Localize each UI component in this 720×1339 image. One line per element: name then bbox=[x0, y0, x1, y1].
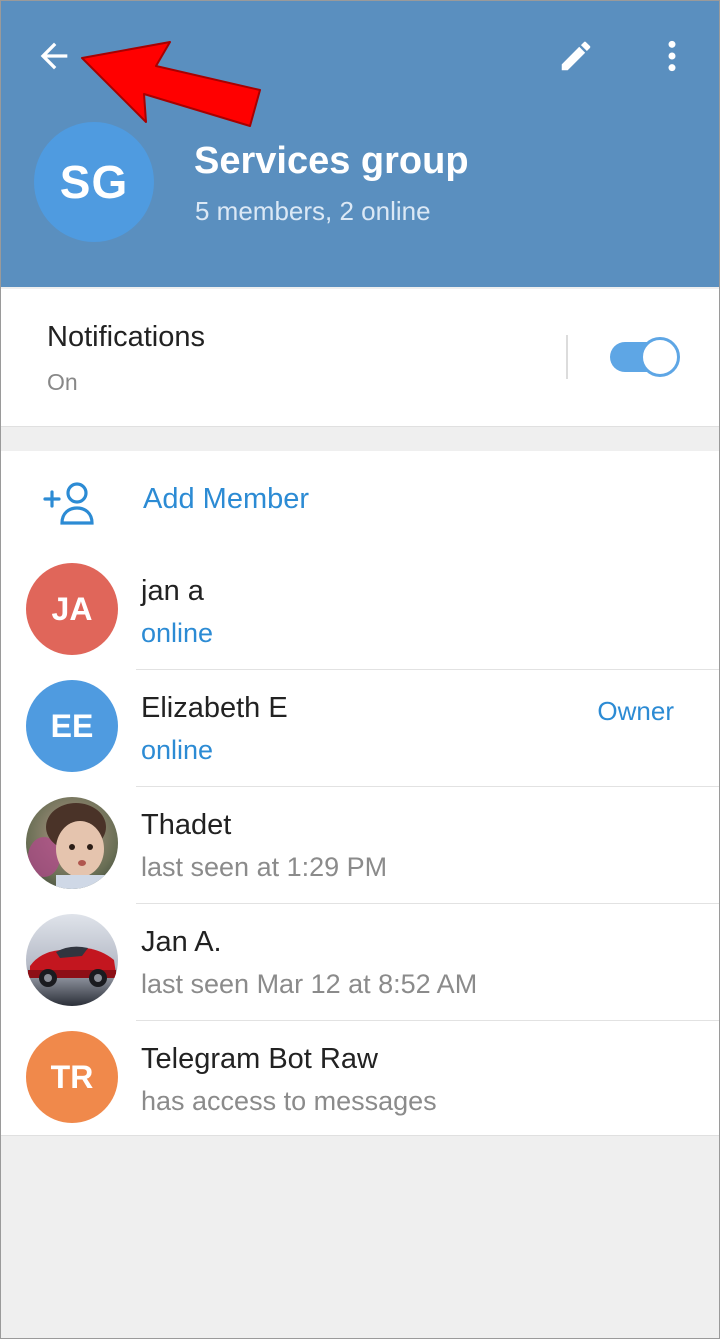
member-status: online bbox=[141, 618, 214, 648]
edit-button[interactable] bbox=[546, 26, 606, 86]
avatar: JA bbox=[26, 563, 118, 655]
notifications-status: On bbox=[47, 369, 78, 395]
member-name: Thadet bbox=[141, 809, 232, 841]
group-title: Services group bbox=[194, 140, 469, 182]
divider bbox=[566, 335, 568, 379]
group-avatar[interactable]: SG bbox=[34, 122, 154, 242]
toggle-knob bbox=[640, 337, 680, 377]
member-status: last seen at 1:29 PM bbox=[141, 852, 388, 882]
add-member-label: Add Member bbox=[143, 483, 310, 515]
member-name: Jan A. bbox=[141, 926, 222, 958]
avatar: TR bbox=[26, 1031, 118, 1123]
member-row[interactable]: Jan A. last seen Mar 12 at 8:52 AM bbox=[0, 904, 720, 1021]
member-row[interactable]: Thadet last seen at 1:29 PM bbox=[0, 787, 720, 904]
add-person-icon bbox=[43, 482, 94, 525]
member-name: Telegram Bot Raw bbox=[141, 1043, 378, 1075]
notifications-label: Notifications bbox=[47, 321, 205, 353]
pencil-icon bbox=[561, 41, 591, 71]
member-name: jan a bbox=[141, 575, 204, 607]
arrow-left-icon bbox=[40, 42, 68, 70]
red-car-photo-avatar bbox=[26, 914, 118, 1006]
avatar: EE bbox=[26, 680, 118, 772]
members-panel: Add Member JA jan a online EE Elizabeth … bbox=[0, 451, 720, 1136]
member-row[interactable]: EE Elizabeth E online Owner bbox=[0, 670, 720, 787]
owner-badge: Owner bbox=[597, 696, 674, 726]
child-photo-avatar bbox=[26, 797, 118, 889]
member-status: online bbox=[141, 735, 214, 765]
more-vertical-icon bbox=[668, 40, 676, 72]
member-status: last seen Mar 12 at 8:52 AM bbox=[141, 969, 478, 999]
group-member-count: 5 members, 2 online bbox=[195, 196, 431, 226]
annotation-arrow-icon bbox=[81, 41, 261, 127]
more-options-button[interactable] bbox=[642, 26, 702, 86]
add-member-button[interactable]: Add Member bbox=[0, 451, 720, 553]
member-status: has access to messages bbox=[141, 1086, 437, 1116]
member-row[interactable]: TR Telegram Bot Raw has access to messag… bbox=[0, 1021, 720, 1138]
member-row[interactable]: JA jan a online bbox=[0, 553, 720, 670]
member-name: Elizabeth E bbox=[141, 692, 288, 724]
